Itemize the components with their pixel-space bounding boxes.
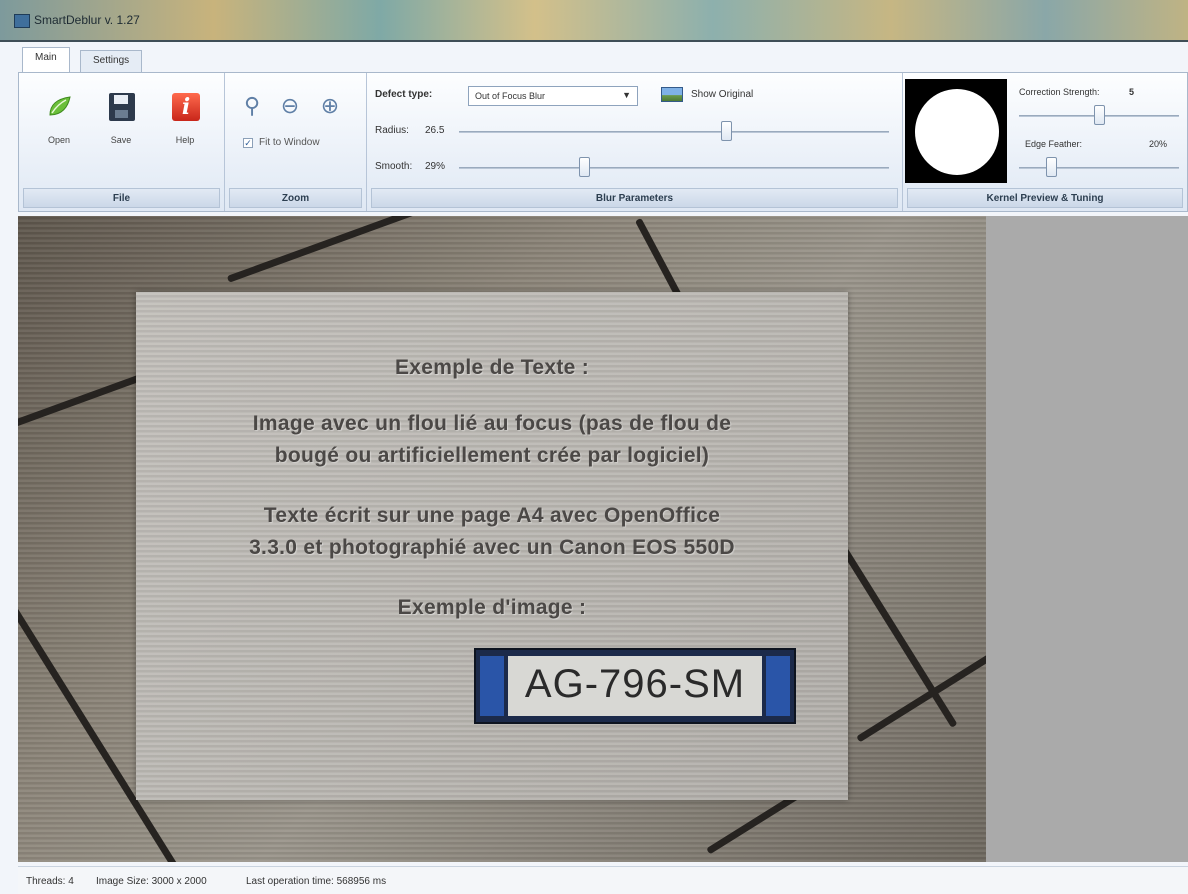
kernel-group-caption: Kernel Preview & Tuning — [907, 188, 1183, 208]
tile-line — [226, 216, 418, 283]
help-label: Help — [175, 135, 195, 145]
save-icon — [109, 93, 135, 121]
image-heading-text: Exemple de Texte : — [394, 356, 590, 379]
plate-band-right — [766, 656, 790, 716]
open-icon — [49, 96, 71, 116]
plate-band-left — [480, 656, 504, 716]
correction-strength-label: Correction Strength: — [1019, 87, 1100, 97]
kernel-group: Correction Strength: 5 Edge Feather: 20%… — [903, 73, 1187, 211]
image-heading-text: Exemple d'image : — [397, 596, 587, 619]
fit-to-window-label: Fit to Window — [259, 137, 320, 148]
status-image-size: Image Size: 3000 x 2000 — [96, 876, 207, 887]
window-title: SmartDeblur v. 1.27 — [34, 13, 140, 27]
radius-slider-thumb[interactable] — [720, 121, 732, 141]
blur-group-caption: Blur Parameters — [371, 188, 898, 208]
save-label: Save — [110, 135, 132, 145]
tab-settings[interactable]: Settings — [80, 50, 143, 72]
zoom-out-icon[interactable]: ⊖ — [277, 93, 303, 119]
blur-parameters-group: Defect type: Out of Focus Blur ▼ Show Or… — [367, 73, 903, 211]
zoom-in-icon[interactable]: ⊕ — [317, 93, 343, 119]
license-plate: AG-796-SM — [474, 648, 796, 724]
help-icon: i — [172, 93, 200, 121]
status-threads: Threads: 4 — [26, 876, 74, 887]
save-button[interactable]: Save — [97, 85, 145, 149]
correction-strength-thumb[interactable] — [1094, 105, 1105, 125]
radius-label: Radius: — [375, 125, 409, 136]
kernel-preview — [905, 79, 1007, 183]
defect-type-select[interactable]: Out of Focus Blur ▼ — [468, 86, 638, 106]
status-last-operation: Last operation time: 568956 ms — [246, 876, 387, 887]
image-text-line: Texte écrit sur une page A4 avec OpenOff… — [263, 504, 721, 527]
ribbon-tabs: Main Settings — [18, 44, 1188, 73]
app-window: SmartDeblur v. 1.27 Main Settings Open S… — [0, 0, 1188, 894]
app-icon — [14, 14, 30, 28]
show-original-icon[interactable] — [661, 87, 683, 102]
chevron-down-icon: ▼ — [622, 90, 631, 100]
deblurred-photo: Exemple de Texte : Image avec un flou li… — [18, 216, 986, 862]
correction-strength-value: 5 — [1129, 87, 1135, 97]
tile-line — [634, 217, 684, 301]
defect-type-value: Out of Focus Blur — [475, 91, 546, 101]
smooth-slider-track[interactable] — [459, 167, 889, 169]
image-text-line: bougé ou artificiellement crée par logic… — [274, 444, 710, 467]
smooth-slider-thumb[interactable] — [578, 157, 590, 177]
image-text-line: Image avec un flou lié au focus (pas de … — [252, 412, 732, 435]
zoom-group: ⚲ ⊖ ⊕ ✓ Fit to Window Zoom — [225, 73, 367, 211]
zoom-group-caption: Zoom — [229, 188, 362, 208]
zoom-icon[interactable]: ⚲ — [239, 93, 265, 119]
fit-to-window-checkbox[interactable]: ✓ Fit to Window — [243, 137, 320, 148]
smooth-label: Smooth: — [375, 161, 413, 172]
file-group: Open Save i Help File — [19, 73, 225, 211]
help-button[interactable]: i Help — [161, 85, 209, 149]
show-original-button[interactable]: Show Original — [691, 89, 753, 100]
tile-line — [835, 537, 958, 728]
plate-number: AG-796-SM — [524, 662, 746, 706]
smooth-value: 29% — [425, 161, 446, 172]
document-sheet: Exemple de Texte : Image avec un flou li… — [136, 292, 848, 800]
edge-feather-thumb[interactable] — [1046, 157, 1057, 177]
status-bar: Threads: 4 Image Size: 3000 x 2000 Last … — [18, 866, 1188, 894]
ribbon: Open Save i Help File ⚲ ⊖ ⊕ ✓ Fit to Wind… — [18, 72, 1188, 212]
kernel-disc — [915, 89, 999, 175]
defect-type-label: Defect type: — [375, 89, 433, 100]
radius-value: 26.5 — [425, 125, 445, 136]
image-canvas[interactable]: Exemple de Texte : Image avec un flou li… — [18, 216, 1188, 862]
edge-feather-value: 20% — [1149, 139, 1168, 149]
file-group-caption: File — [23, 188, 220, 208]
title-bar: SmartDeblur v. 1.27 — [0, 0, 1188, 42]
radius-slider-track[interactable] — [459, 131, 889, 133]
tab-main[interactable]: Main — [22, 47, 70, 73]
open-button[interactable]: Open — [35, 85, 83, 149]
image-text-line: 3.3.0 et photographié avec un Canon EOS … — [249, 536, 735, 559]
open-label: Open — [47, 135, 71, 145]
edge-feather-label: Edge Feather: — [1025, 139, 1083, 149]
edge-feather-track[interactable] — [1019, 167, 1179, 169]
checkbox-check-icon: ✓ — [243, 138, 253, 148]
